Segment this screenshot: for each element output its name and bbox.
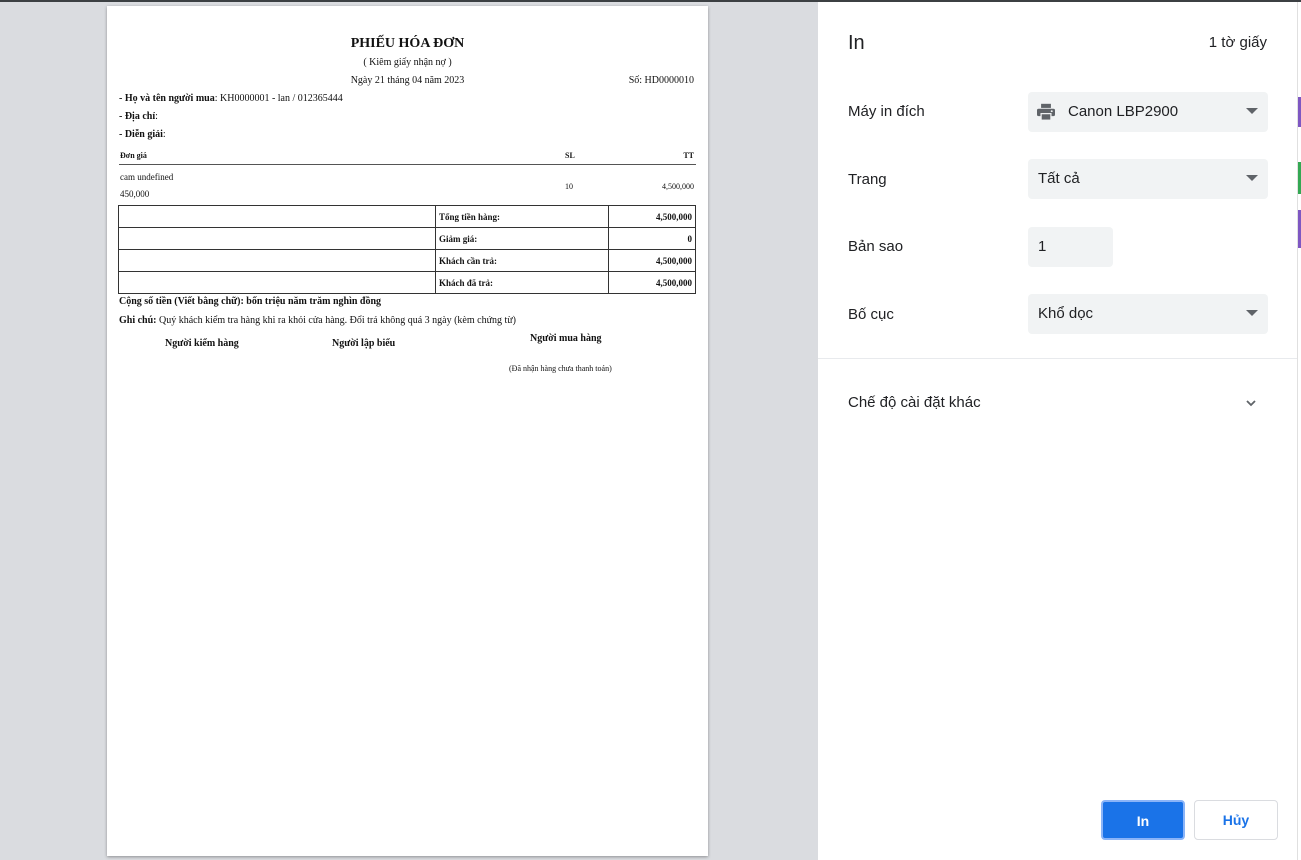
table-row: Tổng tiền hàng: 4,500,000: [118, 205, 696, 228]
description-line: - Diễn giải:: [119, 129, 166, 140]
printer-icon: [1037, 103, 1055, 121]
pages-label: Trang: [848, 171, 887, 188]
table-row: Giảm giá: 0: [118, 227, 696, 250]
address-line: - Địa chỉ:: [119, 111, 158, 122]
buyer-label: - Họ và tên người mua: [119, 93, 215, 104]
invoice-note: Ghi chú: Quý khách kiểm tra hàng khi ra …: [119, 315, 516, 326]
layout-select[interactable]: Khổ dọc: [1028, 294, 1268, 334]
layout-label: Bố cục: [848, 306, 894, 323]
description-value: :: [162, 129, 166, 140]
chevron-down-icon: [1246, 310, 1258, 316]
pages-select[interactable]: Tất cả: [1028, 159, 1268, 199]
chevron-down-icon: [1246, 175, 1258, 181]
section-divider: [818, 358, 1297, 359]
discount-label: Giảm giá:: [435, 227, 609, 250]
destination-value: Canon LBP2900: [1068, 103, 1179, 120]
column-price: Đơn giá: [120, 151, 147, 160]
item-price: 450,000: [120, 189, 150, 199]
total-value: 4,500,000: [608, 205, 696, 228]
item-total: 4,500,000: [662, 182, 694, 191]
sheet-count: 1 tờ giấy: [1208, 34, 1267, 51]
total-label: Tổng tiền hàng:: [435, 205, 609, 228]
window-edge: [1297, 2, 1301, 860]
panel-title: In: [848, 32, 865, 54]
copies-input[interactable]: 1: [1028, 227, 1113, 267]
item-name: cam undefined: [120, 172, 174, 182]
due-label: Khách cần trả:: [435, 249, 609, 272]
discount-value: 0: [608, 227, 696, 250]
copies-label: Bản sao: [848, 238, 904, 255]
buyer-line: - Họ và tên người mua: KH0000001 - lan /…: [119, 93, 343, 104]
paid-value: 4,500,000: [608, 271, 696, 294]
table-row: Khách cần trả: 4,500,000: [118, 249, 696, 272]
signature-buyer-note: (Đã nhận hàng chưa thanh toán): [509, 364, 612, 373]
due-value: 4,500,000: [608, 249, 696, 272]
totals-table: Tổng tiền hàng: 4,500,000 Giảm giá: 0 Kh…: [118, 205, 696, 294]
destination-select[interactable]: Canon LBP2900: [1028, 92, 1268, 132]
cancel-button[interactable]: Hủy: [1194, 800, 1278, 840]
column-total: TT: [683, 151, 694, 160]
invoice-page-preview: PHIẾU HÓA ĐƠN ( Kiêm giấy nhận nợ ) Ngày…: [107, 6, 708, 856]
print-button[interactable]: In: [1101, 800, 1185, 840]
layout-value: Khổ dọc: [1038, 305, 1094, 322]
signature-buyer: Người mua hàng: [530, 333, 602, 344]
address-value: :: [155, 111, 158, 122]
print-preview-area[interactable]: PHIẾU HÓA ĐƠN ( Kiêm giấy nhận nợ ) Ngày…: [0, 2, 818, 860]
items-header: Đơn giá SL TT: [119, 151, 696, 165]
description-label: - Diễn giải: [119, 129, 163, 140]
more-settings-toggle[interactable]: Chế độ cài đặt khác: [848, 394, 981, 411]
destination-label: Máy in đích: [848, 103, 925, 120]
pages-value: Tất cả: [1038, 170, 1080, 187]
buyer-value: : KH0000001 - lan / 012365444: [214, 93, 343, 104]
item-qty: 10: [565, 182, 573, 191]
invoice-date: Ngày 21 tháng 04 năm 2023: [350, 75, 465, 86]
signature-checker: Người kiểm hàng: [165, 338, 239, 349]
note-text: Quý khách kiểm tra hàng khi ra khỏi cửa …: [156, 315, 517, 326]
invoice-number: Số: HD0000010: [628, 75, 694, 86]
signature-maker: Người lập biểu: [332, 338, 396, 349]
print-settings-panel: In 1 tờ giấy Máy in đích Canon LBP2900 T…: [818, 2, 1297, 860]
column-qty: SL: [565, 151, 575, 160]
amount-in-words: Cộng số tiền (Viết bằng chữ): bốn triệu …: [119, 296, 382, 307]
invoice-subtitle: ( Kiêm giấy nhận nợ ): [363, 57, 452, 68]
table-row: Khách đã trả: 4,500,000: [118, 271, 696, 294]
note-label: Ghi chú:: [119, 315, 157, 326]
chevron-down-icon[interactable]: [1246, 398, 1256, 408]
chevron-down-icon: [1246, 108, 1258, 114]
paid-label: Khách đã trả:: [435, 271, 609, 294]
address-label: - Địa chỉ: [119, 111, 156, 122]
invoice-title: PHIẾU HÓA ĐƠN: [350, 36, 465, 51]
